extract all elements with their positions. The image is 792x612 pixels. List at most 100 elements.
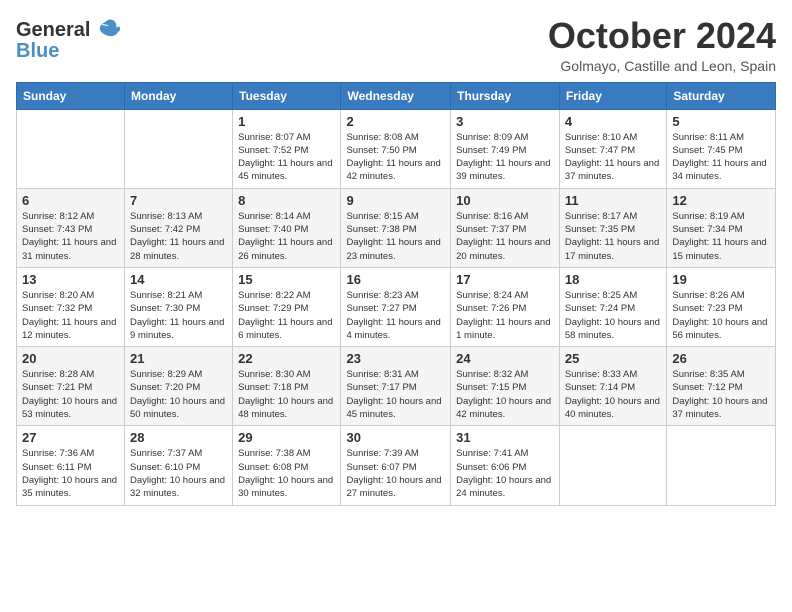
- day-number: 20: [22, 351, 119, 366]
- day-info: Sunrise: 7:38 AM Sunset: 6:08 PM Dayligh…: [238, 447, 335, 500]
- calendar-cell: 15Sunrise: 8:22 AM Sunset: 7:29 PM Dayli…: [233, 267, 341, 346]
- calendar-week-3: 13 Sunrise: 8:20 AM Sunset: 7:32 PM Dayli…: [17, 267, 776, 346]
- day-number: 17: [456, 272, 554, 287]
- calendar-cell: [667, 426, 776, 505]
- col-saturday: Saturday: [667, 82, 776, 109]
- day-number: 27: [22, 430, 119, 445]
- day-number: 6: [22, 193, 119, 208]
- calendar-cell: 28 Sunrise: 7:37 AM Sunset: 6:10 PM Dayli…: [125, 426, 233, 505]
- calendar-cell: 9 Sunrise: 8:15 AM Sunset: 7:38 PM Daylig…: [341, 188, 451, 267]
- calendar-cell: 11 Sunrise: 8:17 AM Sunset: 7:35 PM Dayli…: [559, 188, 666, 267]
- day-info: Sunrise: 8:21 AM Sunset: 7:30 PM Dayligh…: [130, 289, 227, 342]
- day-number: 7: [130, 193, 227, 208]
- day-number: 30: [346, 430, 445, 445]
- day-number: 21: [130, 351, 227, 366]
- calendar-cell: 5Sunrise: 8:11 AM Sunset: 7:45 PM Daylig…: [667, 109, 776, 188]
- day-info: Sunrise: 8:14 AM Sunset: 7:40 PM Dayligh…: [238, 210, 335, 263]
- calendar-cell: 3 Sunrise: 8:09 AM Sunset: 7:49 PM Daylig…: [451, 109, 560, 188]
- day-number: 28: [130, 430, 227, 445]
- day-info: Sunrise: 8:12 AM Sunset: 7:43 PM Dayligh…: [22, 210, 119, 263]
- calendar-cell: 4 Sunrise: 8:10 AM Sunset: 7:47 PM Daylig…: [559, 109, 666, 188]
- day-info: Sunrise: 8:16 AM Sunset: 7:37 PM Dayligh…: [456, 210, 554, 263]
- logo-text-blue: Blue: [16, 40, 59, 63]
- calendar-cell: 13 Sunrise: 8:20 AM Sunset: 7:32 PM Dayli…: [17, 267, 125, 346]
- calendar-cell: 12Sunrise: 8:19 AM Sunset: 7:34 PM Dayli…: [667, 188, 776, 267]
- day-number: 8: [238, 193, 335, 208]
- month-title: October 2024: [548, 16, 776, 56]
- calendar-table: Sunday Monday Tuesday Wednesday Thursday…: [16, 82, 776, 506]
- calendar-cell: 6 Sunrise: 8:12 AM Sunset: 7:43 PM Daylig…: [17, 188, 125, 267]
- day-info: Sunrise: 8:35 AM Sunset: 7:12 PM Dayligh…: [672, 368, 770, 421]
- col-sunday: Sunday: [17, 82, 125, 109]
- title-block: October 2024 Golmayo, Castille and Leon,…: [548, 16, 776, 74]
- day-info: Sunrise: 8:22 AM Sunset: 7:29 PM Dayligh…: [238, 289, 335, 342]
- day-number: 31: [456, 430, 554, 445]
- calendar-cell: 7 Sunrise: 8:13 AM Sunset: 7:42 PM Daylig…: [125, 188, 233, 267]
- calendar-cell: 8 Sunrise: 8:14 AM Sunset: 7:40 PM Daylig…: [233, 188, 341, 267]
- calendar-week-2: 6 Sunrise: 8:12 AM Sunset: 7:43 PM Daylig…: [17, 188, 776, 267]
- day-number: 26: [672, 351, 770, 366]
- day-number: 4: [565, 114, 661, 129]
- calendar-cell: 25Sunrise: 8:33 AM Sunset: 7:14 PM Dayli…: [559, 347, 666, 426]
- calendar-cell: 14 Sunrise: 8:21 AM Sunset: 7:30 PM Dayli…: [125, 267, 233, 346]
- day-info: Sunrise: 7:36 AM Sunset: 6:11 PM Dayligh…: [22, 447, 119, 500]
- logo-bird-icon: [94, 16, 122, 44]
- day-info: Sunrise: 8:09 AM Sunset: 7:49 PM Dayligh…: [456, 131, 554, 184]
- day-info: Sunrise: 7:39 AM Sunset: 6:07 PM Dayligh…: [346, 447, 445, 500]
- day-info: Sunrise: 8:08 AM Sunset: 7:50 PM Dayligh…: [346, 131, 445, 184]
- day-number: 18: [565, 272, 661, 287]
- calendar-cell: 23 Sunrise: 8:31 AM Sunset: 7:17 PM Dayli…: [341, 347, 451, 426]
- day-number: 5: [672, 114, 770, 129]
- day-number: 9: [346, 193, 445, 208]
- header-row: Sunday Monday Tuesday Wednesday Thursday…: [17, 82, 776, 109]
- calendar-cell: 20 Sunrise: 8:28 AM Sunset: 7:21 PM Dayli…: [17, 347, 125, 426]
- calendar-cell: 26 Sunrise: 8:35 AM Sunset: 7:12 PM Dayli…: [667, 347, 776, 426]
- calendar-cell: 2Sunrise: 8:08 AM Sunset: 7:50 PM Daylig…: [341, 109, 451, 188]
- day-number: 25: [565, 351, 661, 366]
- calendar-cell: 27 Sunrise: 7:36 AM Sunset: 6:11 PM Dayli…: [17, 426, 125, 505]
- calendar-cell: 18 Sunrise: 8:25 AM Sunset: 7:24 PM Dayli…: [559, 267, 666, 346]
- day-number: 16: [346, 272, 445, 287]
- calendar-cell: 24 Sunrise: 8:32 AM Sunset: 7:15 PM Dayli…: [451, 347, 560, 426]
- calendar-week-5: 27 Sunrise: 7:36 AM Sunset: 6:11 PM Dayli…: [17, 426, 776, 505]
- day-number: 19: [672, 272, 770, 287]
- day-info: Sunrise: 8:30 AM Sunset: 7:18 PM Dayligh…: [238, 368, 335, 421]
- day-info: Sunrise: 8:20 AM Sunset: 7:32 PM Dayligh…: [22, 289, 119, 342]
- day-number: 3: [456, 114, 554, 129]
- calendar-body: 1 Sunrise: 8:07 AM Sunset: 7:52 PM Daylig…: [17, 109, 776, 505]
- day-info: Sunrise: 8:32 AM Sunset: 7:15 PM Dayligh…: [456, 368, 554, 421]
- calendar-header: Sunday Monday Tuesday Wednesday Thursday…: [17, 82, 776, 109]
- day-info: Sunrise: 8:13 AM Sunset: 7:42 PM Dayligh…: [130, 210, 227, 263]
- day-number: 12: [672, 193, 770, 208]
- day-number: 22: [238, 351, 335, 366]
- col-thursday: Thursday: [451, 82, 560, 109]
- calendar-cell: [559, 426, 666, 505]
- day-number: 1: [238, 114, 335, 129]
- calendar-cell: 22 Sunrise: 8:30 AM Sunset: 7:18 PM Dayli…: [233, 347, 341, 426]
- col-wednesday: Wednesday: [341, 82, 451, 109]
- day-info: Sunrise: 8:25 AM Sunset: 7:24 PM Dayligh…: [565, 289, 661, 342]
- calendar-week-1: 1 Sunrise: 8:07 AM Sunset: 7:52 PM Daylig…: [17, 109, 776, 188]
- col-friday: Friday: [559, 82, 666, 109]
- day-info: Sunrise: 8:23 AM Sunset: 7:27 PM Dayligh…: [346, 289, 445, 342]
- day-number: 11: [565, 193, 661, 208]
- day-number: 24: [456, 351, 554, 366]
- day-number: 23: [346, 351, 445, 366]
- page-header: General Blue October 2024 Golmayo, Casti…: [16, 16, 776, 74]
- calendar-cell: [17, 109, 125, 188]
- day-info: Sunrise: 8:10 AM Sunset: 7:47 PM Dayligh…: [565, 131, 661, 184]
- day-info: Sunrise: 7:41 AM Sunset: 6:06 PM Dayligh…: [456, 447, 554, 500]
- logo-text-general: General: [16, 19, 90, 42]
- day-info: Sunrise: 8:17 AM Sunset: 7:35 PM Dayligh…: [565, 210, 661, 263]
- day-info: Sunrise: 8:31 AM Sunset: 7:17 PM Dayligh…: [346, 368, 445, 421]
- day-number: 14: [130, 272, 227, 287]
- location-subtitle: Golmayo, Castille and Leon, Spain: [548, 58, 776, 74]
- day-info: Sunrise: 8:15 AM Sunset: 7:38 PM Dayligh…: [346, 210, 445, 263]
- day-info: Sunrise: 7:37 AM Sunset: 6:10 PM Dayligh…: [130, 447, 227, 500]
- calendar-cell: 29Sunrise: 7:38 AM Sunset: 6:08 PM Dayli…: [233, 426, 341, 505]
- calendar-week-4: 20 Sunrise: 8:28 AM Sunset: 7:21 PM Dayli…: [17, 347, 776, 426]
- day-info: Sunrise: 8:28 AM Sunset: 7:21 PM Dayligh…: [22, 368, 119, 421]
- calendar-cell: 16 Sunrise: 8:23 AM Sunset: 7:27 PM Dayli…: [341, 267, 451, 346]
- day-info: Sunrise: 8:07 AM Sunset: 7:52 PM Dayligh…: [238, 131, 335, 184]
- day-number: 13: [22, 272, 119, 287]
